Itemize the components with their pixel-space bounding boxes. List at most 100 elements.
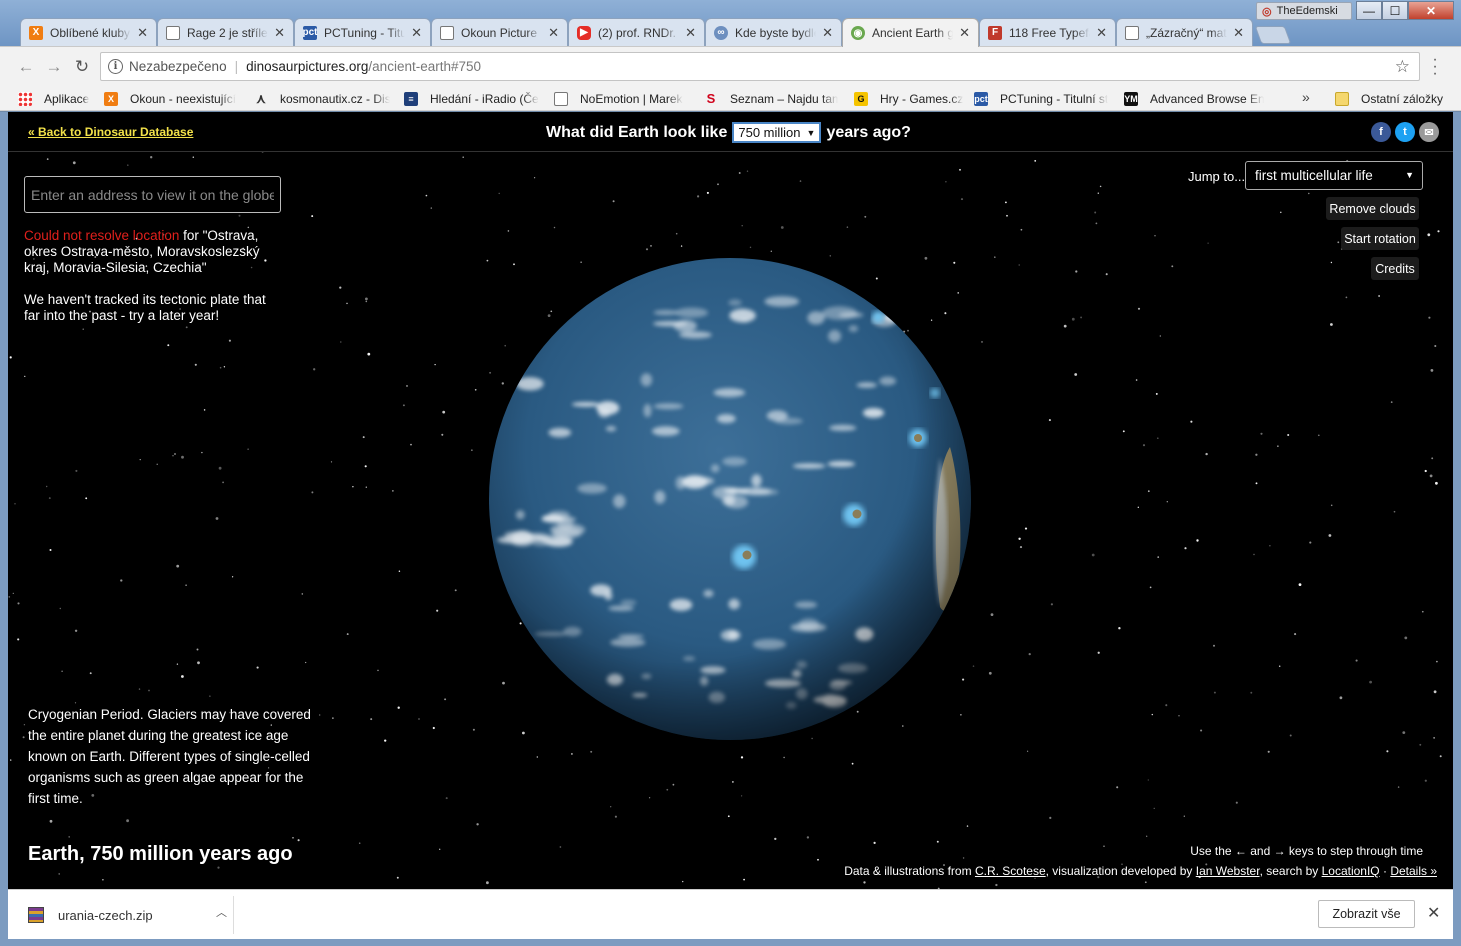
tab-rage2[interactable]: Rage 2 je střílečka✕ — [157, 18, 294, 46]
star — [139, 458, 141, 461]
address-bar[interactable]: i Nezabezpečeno | dinosaurpictures.org/a… — [100, 52, 1420, 81]
year-select[interactable]: 750 million ▼ — [732, 122, 822, 143]
star — [1097, 651, 1100, 654]
tab-pctuning[interactable]: pct PCTuning - Titulní✕ — [294, 18, 431, 46]
star — [570, 752, 573, 755]
start-rotation-button[interactable]: Start rotation — [1341, 227, 1419, 250]
star — [185, 584, 187, 587]
menu-icon[interactable]: · · · — [1428, 52, 1442, 82]
bookmark-star-icon[interactable]: ☆ — [1395, 57, 1410, 77]
star — [770, 250, 772, 252]
close-tab-icon[interactable]: ✕ — [548, 25, 559, 41]
star — [89, 672, 92, 675]
tab-typefaces[interactable]: F 118 Free Typefaces✕ — [979, 18, 1116, 46]
bookmark-iradio[interactable]: ≡ Hledání - iRadio (Če — [404, 89, 540, 108]
star — [988, 671, 992, 675]
bookmark-games[interactable]: G Hry - Games.cz — [854, 89, 964, 108]
close-tab-icon[interactable]: ✕ — [411, 25, 422, 41]
close-tab-icon[interactable]: ✕ — [1096, 25, 1107, 41]
close-tab-icon[interactable]: ✕ — [822, 25, 833, 41]
bookmarks-bar: Aplikace X Okoun - neexistující ⋏ kosmon… — [0, 86, 1461, 111]
games-icon: G — [854, 91, 868, 106]
close-tab-icon[interactable]: ✕ — [959, 25, 970, 41]
tab-okoun-picture[interactable]: Okoun Picture ✕ — [431, 18, 568, 46]
bookmark-noemotion[interactable]: NoEmotion | Marek — [554, 89, 690, 108]
star — [1020, 228, 1023, 231]
new-tab-button[interactable] — [1254, 26, 1292, 44]
radio-icon: ≡ — [404, 91, 418, 106]
star — [454, 589, 457, 592]
reload-icon[interactable]: ↻ — [71, 56, 93, 78]
dino-icon: ◉ — [851, 26, 865, 40]
star — [697, 195, 700, 198]
star — [1378, 295, 1381, 297]
bookmarks-overflow-button[interactable]: » — [1302, 89, 1310, 105]
info-icon[interactable]: i — [108, 59, 123, 74]
profile-name: TheEdemski — [1276, 5, 1338, 17]
star — [507, 230, 510, 232]
close-tab-icon[interactable]: ✕ — [1233, 25, 1244, 41]
download-filename: urania-czech.zip — [58, 907, 153, 923]
window-frame-left — [0, 112, 8, 946]
back-arrow-icon[interactable]: ← — [15, 56, 37, 78]
window-frame-bottom — [0, 939, 1461, 946]
bookmark-kosmonautix[interactable]: ⋏ kosmonautix.cz - Dis — [254, 89, 390, 108]
star — [959, 168, 961, 171]
star — [972, 665, 975, 667]
tab-ancient-earth[interactable]: ◉ Ancient Earth globe✕ — [842, 18, 979, 47]
star — [330, 461, 333, 463]
earth-globe[interactable] — [488, 257, 972, 741]
star — [740, 756, 744, 759]
back-link[interactable]: « Back to Dinosaur Database — [28, 125, 193, 139]
chevron-down-icon: ▼ — [1405, 170, 1414, 180]
close-tab-icon[interactable]: ✕ — [274, 25, 285, 41]
star — [292, 836, 294, 839]
download-bar: urania-czech.zip ︿ Zobrazit vše ✕ — [8, 889, 1453, 939]
star — [1421, 610, 1424, 613]
locationiq-link[interactable]: LocationIQ — [1322, 864, 1380, 878]
jump-to-select[interactable]: first multicellular life ▼ — [1245, 161, 1423, 190]
email-icon[interactable]: ✉ — [1419, 122, 1439, 142]
twitter-icon[interactable]: t — [1395, 122, 1415, 142]
remove-clouds-button[interactable]: Remove clouds — [1326, 197, 1419, 220]
close-download-bar-icon[interactable]: ✕ — [1427, 903, 1440, 923]
bookmark-pctuning[interactable]: pct PCTuning - Titulní st — [974, 89, 1110, 108]
star — [990, 613, 994, 616]
bookmark-okoun[interactable]: X Okoun - neexistující — [104, 89, 238, 108]
bookmark-advanced-browse[interactable]: YM Advanced Browse En — [1124, 89, 1264, 108]
star — [120, 579, 123, 582]
credits-button[interactable]: Credits — [1371, 257, 1419, 280]
show-all-downloads-button[interactable]: Zobrazit vše — [1318, 900, 1415, 928]
star — [1190, 420, 1193, 423]
forward-arrow-icon[interactable]: → — [43, 56, 65, 78]
tab-youtube[interactable]: ▶ (2) prof. RNDr. ✕ — [568, 18, 705, 46]
address-search-input[interactable] — [24, 176, 281, 213]
star — [1099, 185, 1102, 188]
star — [223, 366, 226, 368]
scotese-link[interactable]: C.R. Scotese — [975, 864, 1046, 878]
pct-icon: pct — [302, 25, 318, 40]
star — [1207, 242, 1209, 244]
tab-okoun-kluby[interactable]: X Oblíbené kluby ✕ — [20, 18, 157, 46]
tab-zazracny[interactable]: „Zázračný“ materiál✕ — [1116, 18, 1253, 46]
star — [313, 368, 316, 371]
facebook-icon[interactable]: f — [1371, 122, 1391, 142]
other-bookmarks[interactable]: Ostatní záložky — [1335, 89, 1445, 108]
details-link[interactable]: Details » — [1390, 864, 1437, 878]
webster-link[interactable]: Ian Webster — [1196, 864, 1260, 878]
security-label: Nezabezpečeno — [129, 59, 227, 74]
close-tab-icon[interactable]: ✕ — [685, 25, 696, 41]
star — [1005, 201, 1007, 204]
download-item[interactable]: urania-czech.zip ︿ — [8, 896, 234, 934]
star — [1153, 807, 1155, 810]
tab-kde-byste[interactable]: ∞ Kde byste bydleli✕ — [705, 18, 842, 46]
close-tab-icon[interactable]: ✕ — [137, 25, 148, 41]
star — [1437, 230, 1440, 233]
bookmark-aplikace[interactable]: Aplikace — [18, 89, 98, 108]
star — [181, 455, 184, 459]
bookmark-seznam[interactable]: S Seznam – Najdu tam — [704, 89, 838, 108]
star — [102, 879, 104, 881]
address-separator: | — [234, 59, 239, 74]
star — [358, 842, 361, 844]
chevron-up-icon[interactable]: ︿ — [216, 904, 227, 920]
